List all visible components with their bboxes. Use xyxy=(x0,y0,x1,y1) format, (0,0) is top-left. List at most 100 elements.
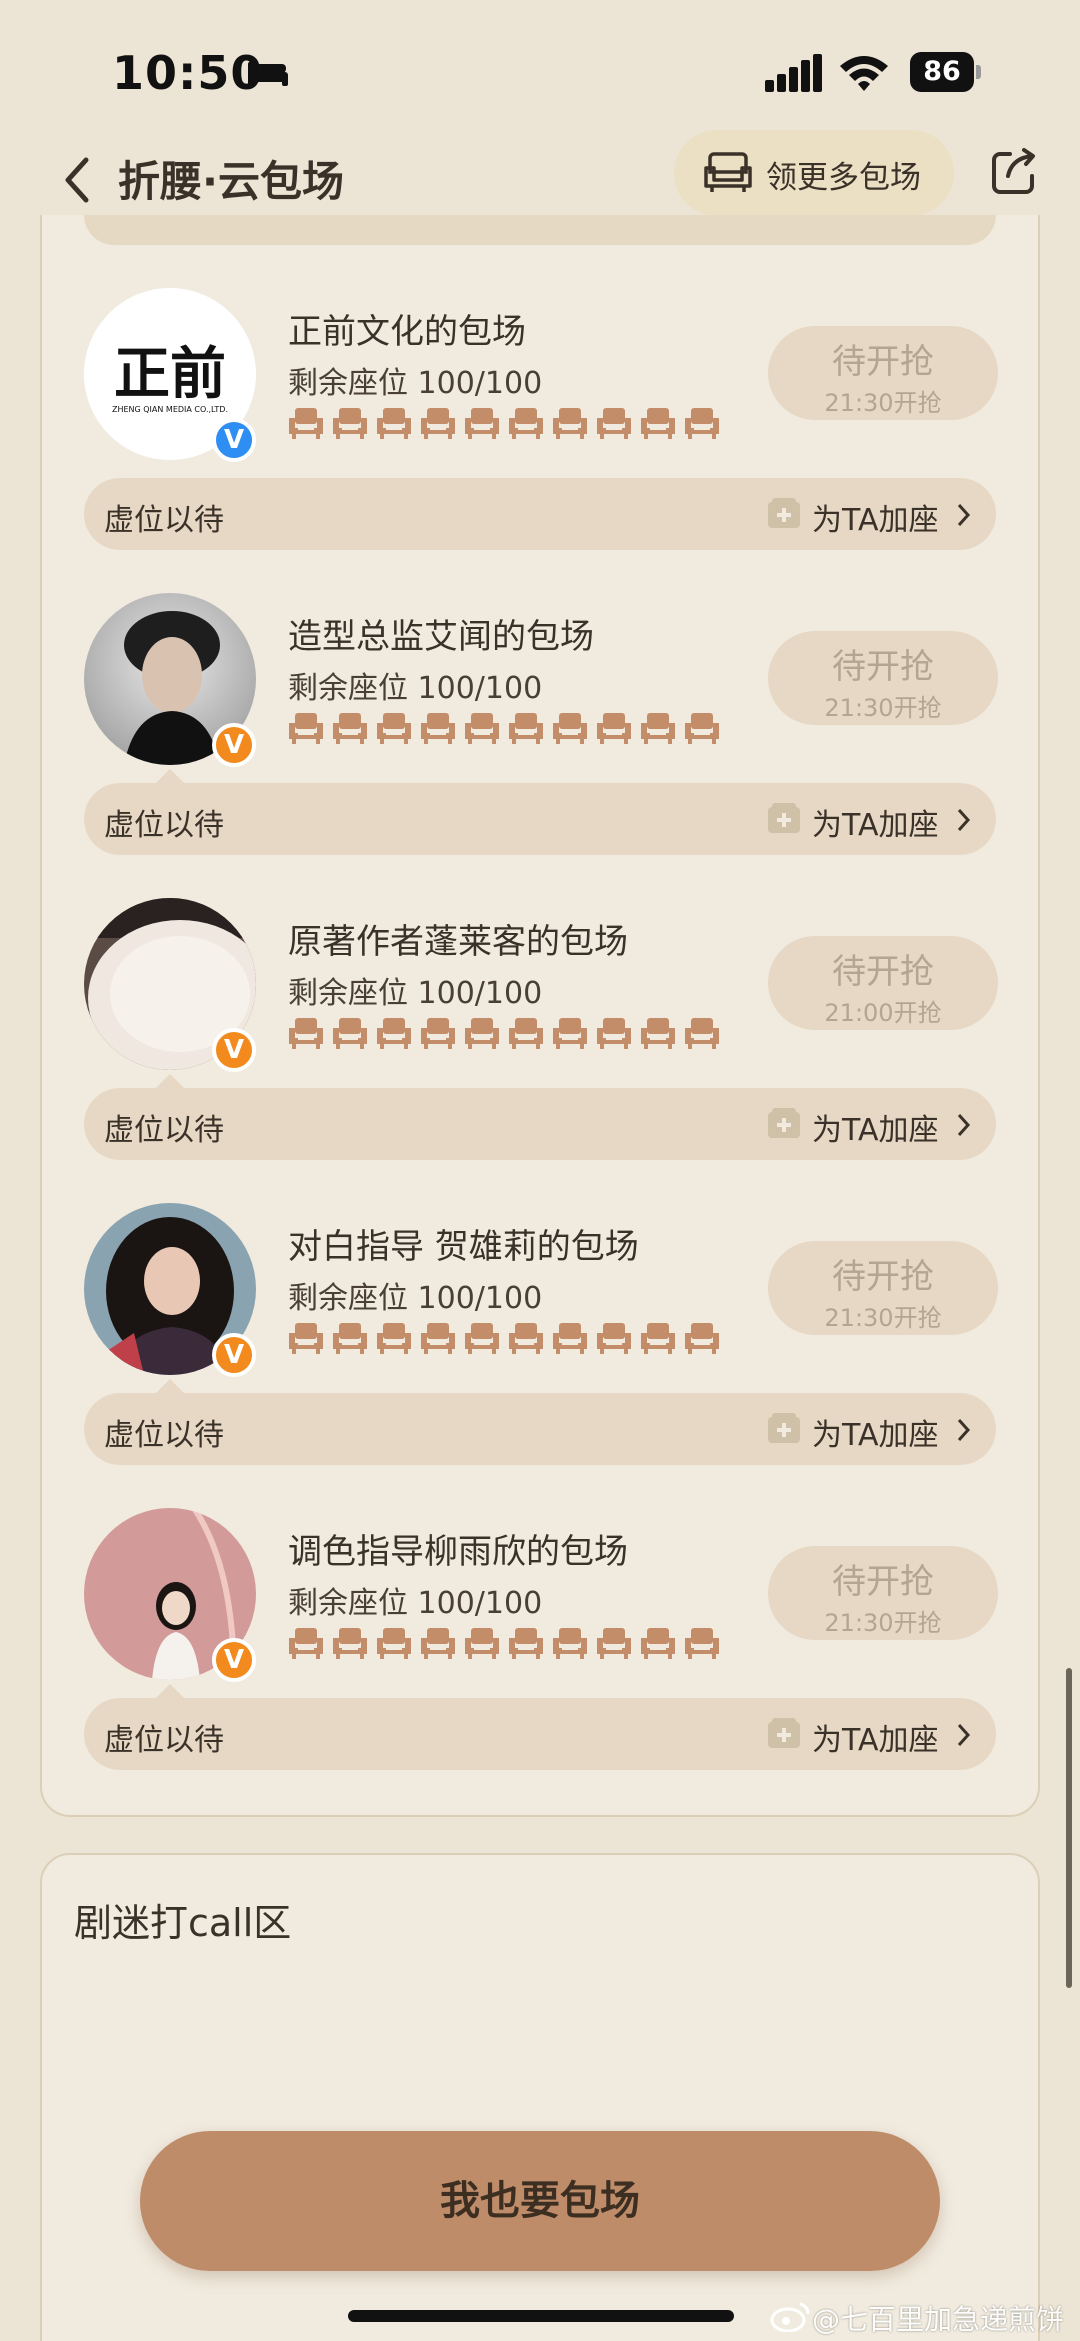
add-seat-label: 为TA加座 xyxy=(812,808,939,843)
seat-icon xyxy=(289,1018,323,1049)
seat-icon xyxy=(465,1628,499,1659)
seat-row xyxy=(288,406,720,444)
screening-card: 正前 ZHENG QIAN MEDIA CO.,LTD. V 正前文化的包场 剩… xyxy=(0,288,1080,594)
add-seat-icon xyxy=(768,498,800,528)
more-screenings-button[interactable]: 领更多包场 xyxy=(674,130,954,216)
add-seat-icon xyxy=(768,1108,800,1138)
add-seat-icon xyxy=(768,1413,800,1443)
verified-badge-icon: V xyxy=(212,1028,256,1072)
seat-icon xyxy=(553,1323,587,1354)
fan-call-title: 剧迷打call区 xyxy=(74,1901,292,1945)
watermark: @七百里加急递煎饼 xyxy=(812,2303,1065,2336)
seat-icon xyxy=(685,713,719,744)
chevron-right-icon xyxy=(957,1418,971,1442)
seat-icon xyxy=(685,1323,719,1354)
battery-indicator: 86 xyxy=(910,52,982,92)
seat-icon xyxy=(641,1018,675,1049)
grab-button[interactable]: 待开抢 21:30开抢 xyxy=(768,1546,998,1640)
seat-icon xyxy=(465,1018,499,1049)
seat-icon xyxy=(421,1628,455,1659)
avatar[interactable]: V xyxy=(84,593,256,767)
grab-time: 21:30开抢 xyxy=(824,389,942,417)
add-seat-bar[interactable]: 虚位以待 为TA加座 xyxy=(84,1088,996,1160)
add-seat-bar[interactable]: 虚位以待 为TA加座 xyxy=(84,783,996,855)
seat-icon xyxy=(597,1323,631,1354)
add-seat-icon xyxy=(768,803,800,833)
add-seat-bar[interactable]: 虚位以待 为TA加座 xyxy=(84,478,996,550)
seat-icon xyxy=(377,713,411,744)
seat-icon xyxy=(333,1018,367,1049)
screening-card: V 对白指导 贺雄莉的包场 剩余座位 100/100 待开抢 21:30开抢 虚… xyxy=(0,1203,1080,1509)
seat-row xyxy=(288,1321,720,1359)
home-indicator[interactable] xyxy=(348,2310,734,2322)
avatar[interactable]: V xyxy=(84,1203,256,1377)
waiting-text: 虚位以待 xyxy=(104,1723,224,1758)
grab-button[interactable]: 待开抢 21:00开抢 xyxy=(768,936,998,1030)
grab-button[interactable]: 待开抢 21:30开抢 xyxy=(768,631,998,725)
seat-icon xyxy=(465,713,499,744)
seat-icon xyxy=(509,713,543,744)
avatar[interactable]: 正前 ZHENG QIAN MEDIA CO.,LTD. V xyxy=(84,288,256,462)
grab-time: 21:30开抢 xyxy=(824,1304,942,1332)
grab-button-label: 待开抢 xyxy=(832,1562,934,1602)
seat-icon xyxy=(597,1018,631,1049)
seat-icon xyxy=(333,1323,367,1354)
host-screening-button[interactable]: 我也要包场 xyxy=(140,2131,940,2271)
status-bar: 10:50 86 xyxy=(0,0,1080,130)
seat-icon xyxy=(685,1018,719,1049)
seat-icon xyxy=(465,408,499,439)
waiting-text: 虚位以待 xyxy=(104,808,224,843)
add-seat-bar[interactable]: 虚位以待 为TA加座 xyxy=(84,1393,996,1465)
card-title: 正前文化的包场 xyxy=(288,312,526,352)
verified-badge-icon: V xyxy=(212,723,256,767)
previous-card-edge xyxy=(84,215,996,245)
add-seat-label: 为TA加座 xyxy=(812,1113,939,1148)
signal-icon xyxy=(765,54,822,92)
grab-button[interactable]: 待开抢 21:30开抢 xyxy=(768,1241,998,1335)
bed-icon xyxy=(248,62,288,86)
grab-button-label: 待开抢 xyxy=(832,1257,934,1297)
seat-icon xyxy=(333,713,367,744)
seat-icon xyxy=(289,1628,323,1659)
remaining-seats: 剩余座位 100/100 xyxy=(288,1586,543,1621)
seat-icon xyxy=(509,1018,543,1049)
seat-icon xyxy=(597,713,631,744)
remaining-seats: 剩余座位 100/100 xyxy=(288,976,543,1011)
seat-icon xyxy=(289,713,323,744)
seat-icon xyxy=(685,1628,719,1659)
seat-icon xyxy=(509,1323,543,1354)
verified-badge-icon: V xyxy=(212,1638,256,1682)
seat-icon xyxy=(333,1628,367,1659)
share-icon[interactable] xyxy=(990,146,1038,196)
seat-icon xyxy=(641,1323,675,1354)
seat-icon xyxy=(421,1323,455,1354)
seat-icon xyxy=(641,1628,675,1659)
wifi-icon xyxy=(840,56,888,91)
chevron-right-icon xyxy=(957,1723,971,1747)
seat-row xyxy=(288,1626,720,1664)
seat-icon xyxy=(641,408,675,439)
add-seat-icon xyxy=(768,1718,800,1748)
waiting-text: 虚位以待 xyxy=(104,503,224,538)
grab-button[interactable]: 待开抢 21:30开抢 xyxy=(768,326,998,420)
seat-icon xyxy=(509,1628,543,1659)
seat-icon xyxy=(641,713,675,744)
back-icon[interactable] xyxy=(58,150,98,210)
scrollbar[interactable] xyxy=(1066,1668,1072,1988)
chevron-right-icon xyxy=(957,1113,971,1137)
card-title: 对白指导 贺雄莉的包场 xyxy=(288,1227,639,1267)
verified-badge-icon: V xyxy=(212,418,256,462)
avatar[interactable]: V xyxy=(84,1508,256,1682)
battery-level: 86 xyxy=(910,52,974,92)
add-seat-bar[interactable]: 虚位以待 为TA加座 xyxy=(84,1698,996,1770)
seat-row xyxy=(288,711,720,749)
grab-time: 21:30开抢 xyxy=(824,694,942,722)
waiting-text: 虚位以待 xyxy=(104,1418,224,1453)
seat-icon xyxy=(289,1323,323,1354)
avatar[interactable]: V xyxy=(84,898,256,1072)
remaining-seats: 剩余座位 100/100 xyxy=(288,1281,543,1316)
status-time: 10:50 xyxy=(112,46,264,100)
screening-card: V 造型总监艾闻的包场 剩余座位 100/100 待开抢 21:30开抢 虚位以… xyxy=(0,593,1080,899)
seat-icon xyxy=(704,152,752,192)
screening-card: V 原著作者蓬莱客的包场 剩余座位 100/100 待开抢 21:00开抢 虚位… xyxy=(0,898,1080,1204)
